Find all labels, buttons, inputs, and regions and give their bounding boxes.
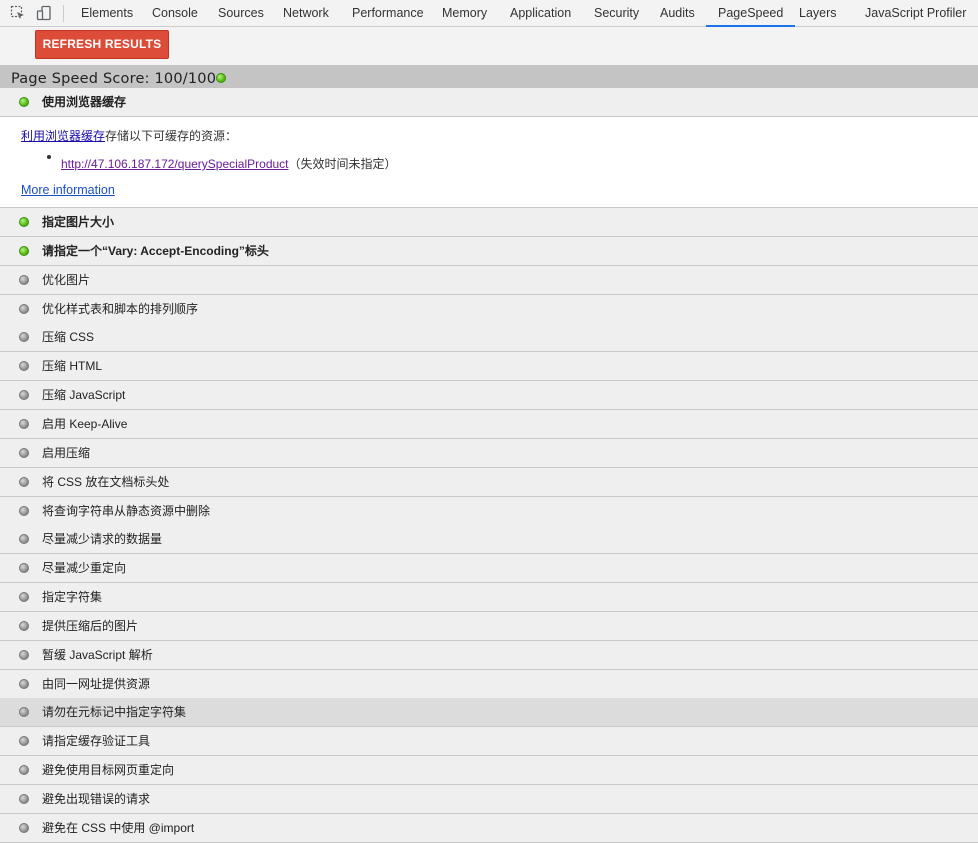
tab-console[interactable]: Console	[152, 0, 198, 27]
resource-item: http://47.106.187.172/querySpecialProduc…	[61, 155, 397, 172]
tab-network[interactable]: Network	[283, 0, 329, 27]
score-status-icon	[216, 73, 226, 83]
rule-row[interactable]: 避免出现错误的请求	[0, 785, 978, 814]
rule-label: 提供压缩后的图片	[42, 618, 139, 633]
rule-label: 避免使用目标网页重定向	[42, 763, 175, 778]
tab-pagespeed[interactable]: PageSpeed	[705, 0, 796, 27]
rule-label: 压缩 HTML	[42, 359, 103, 374]
tab-performance[interactable]: Performance	[352, 0, 424, 27]
neutral-status-icon	[19, 418, 29, 429]
neutral-status-icon	[19, 534, 29, 545]
pass-status-icon	[19, 97, 29, 107]
tab-audits[interactable]: Audits	[660, 0, 695, 27]
rule-label: 由同一网址提供资源	[42, 676, 151, 691]
rule-label: 请勿在元标记中指定字符集	[42, 705, 187, 720]
neutral-status-icon	[19, 649, 29, 660]
neutral-status-icon	[19, 563, 29, 574]
score-header: Page Speed Score: 100/100	[0, 65, 978, 89]
rule-label: 将查询字符串从静态资源中删除	[42, 503, 211, 518]
neutral-status-icon	[19, 274, 29, 285]
devtools-tab-bar: Elements Console Sources Network Perform…	[0, 0, 978, 27]
rule-label: 使用浏览器缓存	[42, 95, 127, 109]
rule-row[interactable]: 优化样式表和脚本的排列顺序	[0, 294, 978, 324]
rule-row[interactable]: 请指定一个“Vary: Accept-Encoding”标头	[0, 236, 978, 266]
neutral-status-icon	[19, 476, 29, 487]
rule-row[interactable]: 启用压缩	[0, 438, 978, 468]
neutral-status-icon	[19, 390, 29, 401]
neutral-status-icon	[19, 447, 29, 458]
rule-label: 压缩 JavaScript	[42, 388, 126, 403]
neutral-status-icon	[19, 678, 29, 689]
tab-sources[interactable]: Sources	[218, 0, 264, 27]
neutral-status-icon	[19, 707, 29, 718]
more-information-link[interactable]: More information	[21, 183, 115, 197]
rule-row[interactable]: 指定字符集	[0, 583, 978, 613]
rule-row[interactable]: 压缩 HTML	[0, 352, 978, 382]
details-description-text: 存储以下可缓存的资源：	[105, 129, 238, 143]
rule-label: 将 CSS 放在文档标头处	[42, 474, 170, 489]
rule-row[interactable]: 尽量减少重定向	[0, 554, 978, 584]
rule-row[interactable]: 尽量减少请求的数据量	[0, 525, 978, 555]
rule-label: 启用压缩	[42, 445, 91, 460]
page-speed-score: Page Speed Score: 100/100	[11, 71, 217, 87]
rule-label: 指定图片大小	[42, 215, 115, 229]
rule-row[interactable]: 优化图片	[0, 265, 978, 295]
tab-application[interactable]: Application	[510, 0, 571, 27]
rule-label: 尽量减少重定向	[42, 561, 127, 576]
rule-details: 利用浏览器缓存存储以下可缓存的资源： http://47.106.187.172…	[0, 117, 978, 208]
rule-label: 指定字符集	[42, 590, 103, 605]
details-description: 利用浏览器缓存存储以下可缓存的资源：	[21, 127, 237, 144]
tab-security[interactable]: Security	[594, 0, 639, 27]
neutral-status-icon	[19, 505, 29, 516]
rule-row[interactable]: 指定图片大小	[0, 208, 978, 237]
rule-label: 避免出现错误的请求	[42, 792, 151, 806]
device-toolbar-icon[interactable]	[36, 5, 52, 21]
neutral-status-icon	[19, 620, 29, 631]
neutral-status-icon	[19, 794, 29, 804]
pass-status-icon	[19, 217, 29, 227]
rule-row[interactable]: 由同一网址提供资源	[0, 669, 978, 699]
rule-row[interactable]: 暂缓 JavaScript 解析	[0, 640, 978, 670]
rule-label: 压缩 CSS	[42, 330, 95, 345]
rule-row[interactable]: 压缩 JavaScript	[0, 381, 978, 411]
tab-elements[interactable]: Elements	[81, 0, 133, 27]
rule-label: 优化样式表和脚本的排列顺序	[42, 301, 199, 316]
rule-row[interactable]: 将查询字符串从静态资源中删除	[0, 496, 978, 526]
neutral-status-icon	[19, 736, 29, 747]
tab-memory[interactable]: Memory	[442, 0, 487, 27]
rule-label: 请指定缓存验证工具	[42, 734, 151, 749]
refresh-results-button[interactable]: REFRESH RESULTS	[35, 30, 169, 59]
rule-row[interactable]: 将 CSS 放在文档标头处	[0, 467, 978, 497]
rule-row[interactable]: 避免使用目标网页重定向	[0, 756, 978, 786]
rule-label: 暂缓 JavaScript 解析	[42, 647, 153, 662]
leverage-caching-link[interactable]: 利用浏览器缓存	[21, 129, 105, 143]
tab-javascript-profiler[interactable]: JavaScript Profiler	[865, 0, 966, 27]
pagespeed-toolbar: REFRESH RESULTS	[0, 27, 978, 65]
rule-label: 优化图片	[42, 272, 91, 287]
rule-row[interactable]: 提供压缩后的图片	[0, 611, 978, 641]
pass-status-icon	[19, 245, 29, 256]
rule-row[interactable]: 使用浏览器缓存	[0, 88, 978, 117]
rule-label: 请指定一个“Vary: Accept-Encoding”标头	[42, 243, 269, 258]
rule-row[interactable]: 请勿在元标记中指定字符集	[0, 698, 978, 728]
rule-label: 尽量减少请求的数据量	[42, 532, 163, 547]
neutral-status-icon	[19, 303, 29, 314]
rule-label: 启用 Keep-Alive	[42, 416, 128, 431]
rule-row[interactable]: 避免在 CSS 中使用 @import	[0, 813, 978, 843]
resource-url-link[interactable]: http://47.106.187.172/querySpecialProduc…	[61, 157, 289, 171]
inspect-element-icon[interactable]	[10, 5, 26, 21]
rule-row[interactable]: 启用 Keep-Alive	[0, 409, 978, 439]
toolbar-divider	[63, 5, 64, 22]
rule-row[interactable]: 请指定缓存验证工具	[0, 727, 978, 757]
rule-row[interactable]: 压缩 CSS	[0, 323, 978, 353]
resource-note: （失效时间未指定）	[288, 157, 397, 171]
neutral-status-icon	[19, 361, 29, 372]
neutral-status-icon	[19, 765, 29, 776]
tab-layers[interactable]: Layers	[799, 0, 837, 27]
rule-label: 避免在 CSS 中使用 @import	[42, 820, 195, 835]
neutral-status-icon	[19, 822, 29, 833]
bullet-icon	[47, 155, 51, 159]
neutral-status-icon	[19, 332, 29, 343]
neutral-status-icon	[19, 592, 29, 603]
